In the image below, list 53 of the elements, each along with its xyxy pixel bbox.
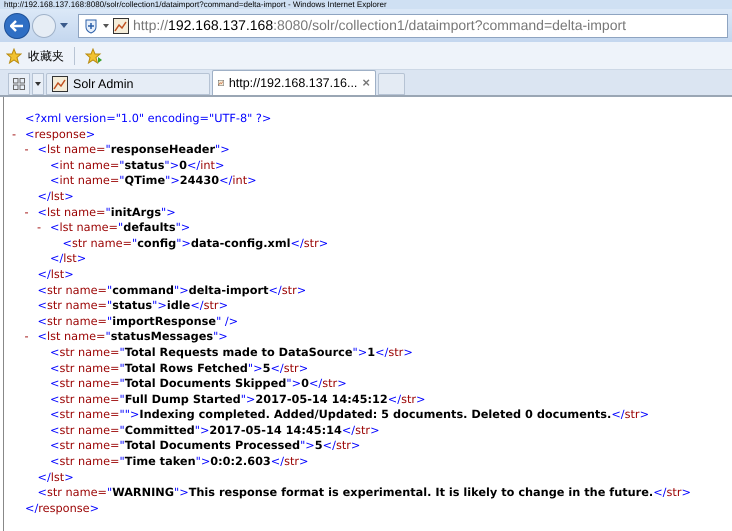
caret-icon[interactable] bbox=[60, 23, 68, 28]
browser-tab[interactable]: http://192.168.137.16... × bbox=[212, 70, 376, 95]
url-text: http://192.168.137.168:8080/solr/collection1/dataimport?command=delta-import bbox=[133, 16, 626, 35]
caret-icon bbox=[35, 82, 41, 86]
xml-line: </lst> bbox=[38, 266, 74, 283]
tab-list-button[interactable] bbox=[32, 73, 44, 95]
xml-line: <lst name="initArgs"> bbox=[38, 204, 176, 220]
xml-line: <str name="status">idle</str> bbox=[38, 298, 228, 314]
window-title: http://192.168.137.168:8080/solr/collection1/dataimport?command=delta-import - Windows Internet Explorer bbox=[4, 0, 387, 9]
page-icon bbox=[52, 76, 68, 92]
browser-tab[interactable]: Solr Admin bbox=[46, 73, 210, 95]
add-favorite-icon[interactable] bbox=[85, 48, 103, 64]
tab-label: Solr Admin bbox=[73, 76, 134, 93]
xml-line: <str name="Total Documents Skipped">0</str> bbox=[50, 376, 347, 392]
close-tab-button[interactable]: × bbox=[362, 73, 370, 93]
caret-icon[interactable] bbox=[103, 24, 109, 28]
xml-line: <str name="Time taken">0:0:2.603</str> bbox=[50, 454, 309, 470]
xml-line: <str name="Total Documents Processed">5</str> bbox=[50, 438, 360, 454]
xml-line: <str name="importResponse" /> bbox=[38, 314, 238, 330]
collapse-toggle[interactable]: - bbox=[24, 329, 38, 345]
xml-line: <str name="WARNING">This response format is experimental. It is likely to change in the future.</str> bbox=[38, 485, 691, 501]
xml-line: <lst name="statusMessages"> bbox=[38, 329, 228, 345]
page-icon bbox=[113, 18, 129, 34]
plus-shield-icon[interactable] bbox=[83, 18, 99, 34]
grid-icon bbox=[13, 78, 25, 90]
back-arrow-icon bbox=[10, 20, 24, 32]
xml-line: <str name="Total Requests made to DataSource">1</str> bbox=[50, 344, 413, 360]
xml-line: <str name="config">data-config.xml</str> bbox=[62, 236, 328, 252]
xml-line: </lst> bbox=[38, 470, 74, 486]
collapse-toggle[interactable]: - bbox=[24, 142, 38, 158]
xml-line: <response> bbox=[25, 126, 96, 142]
quick-tabs-button[interactable] bbox=[8, 73, 30, 95]
xml-line: <int name="status">0</int> bbox=[50, 158, 224, 174]
address-field[interactable]: http://192.168.137.168:8080/solr/collection1/dataimport?command=delta-import bbox=[78, 14, 728, 38]
xml-line: <str name="">Indexing completed. Added/Updated: 5 documents. Deleted 0 documents.</str> bbox=[50, 407, 650, 423]
xml-line: </lst> bbox=[38, 188, 74, 205]
tab-label: http://192.168.137.16... bbox=[228, 74, 358, 92]
back-button[interactable] bbox=[4, 12, 30, 38]
collapse-toggle[interactable]: - bbox=[24, 204, 38, 220]
collapse-toggle[interactable]: - bbox=[12, 126, 25, 142]
xml-line: <lst name="responseHeader"> bbox=[38, 142, 230, 158]
favorites-label[interactable]: 收藏夹 bbox=[28, 46, 64, 64]
xml-line: <str name="Total Rows Fetched">5</str> bbox=[50, 360, 308, 376]
star-icon[interactable] bbox=[6, 48, 22, 64]
xml-line: <str name="Full Dump Started">2017-05-14 14:45:12</str> bbox=[50, 392, 426, 408]
collapse-toggle[interactable]: - bbox=[37, 220, 50, 236]
xml-line: <int name="QTime">24430</int> bbox=[50, 173, 257, 189]
xml-line: <str name="Committed">2017-05-14 14:45:14</str> bbox=[50, 422, 380, 438]
xml-line: </response> bbox=[25, 500, 100, 516]
xml-line: <lst name="defaults"> bbox=[50, 220, 190, 236]
xml-line: </lst> bbox=[50, 251, 86, 267]
xml-line: <str name="command">delta-import</str> bbox=[38, 282, 306, 298]
xml-line: <?xml version="1.0" encoding="UTF-8" ?> bbox=[25, 111, 272, 127]
